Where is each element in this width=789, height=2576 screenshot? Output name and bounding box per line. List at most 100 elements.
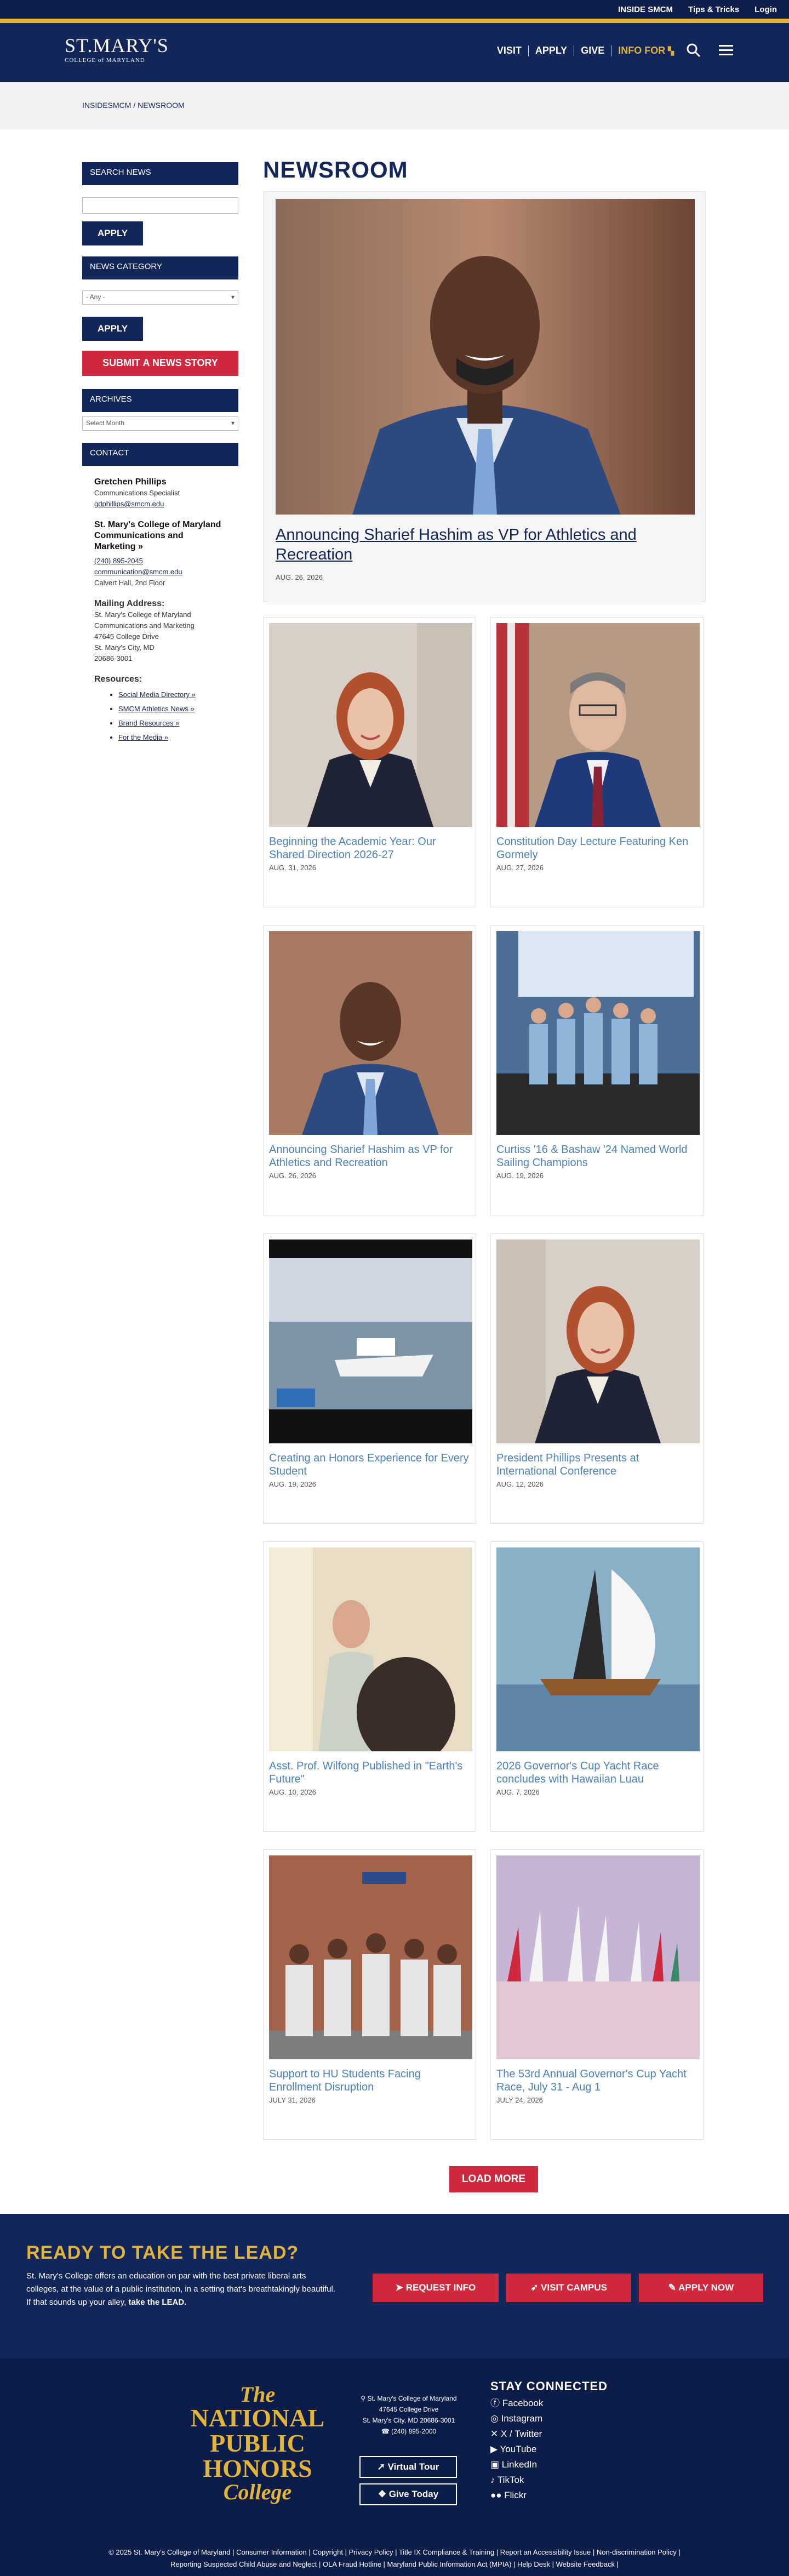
resources-list: Social Media Directory » SMCM Athletics … — [94, 689, 226, 743]
nav-visit[interactable]: VISIT — [497, 45, 522, 56]
social-youtube[interactable]: ▶ YouTube — [490, 2442, 608, 2457]
news-card[interactable]: Curtiss '16 & Bashaw '24 Named World Sai… — [490, 925, 704, 1215]
org-link[interactable]: St. Mary's College of Maryland Communica… — [94, 519, 226, 552]
nav-apply[interactable]: APPLY — [535, 45, 567, 56]
card-photo[interactable] — [269, 931, 472, 1135]
visit-campus-button[interactable]: ➶ VISIT CAMPUS — [506, 2274, 631, 2302]
social-linkedin[interactable]: ▣ LinkedIn — [490, 2457, 608, 2472]
card-title[interactable]: Beginning the Academic Year: Our Shared … — [269, 835, 472, 861]
card-title[interactable]: Creating an Honors Experience for Every … — [269, 1452, 472, 1478]
contact-title: Communications Specialist — [94, 489, 180, 497]
category-select[interactable]: - Any - — [82, 290, 238, 305]
card-date: AUG. 27, 2026 — [496, 864, 544, 872]
social-x[interactable]: ✕ X / Twitter — [490, 2426, 608, 2442]
card-title[interactable]: Asst. Prof. Wilfong Published in "Earth'… — [269, 1760, 472, 1786]
resource-link[interactable]: For the Media » — [118, 732, 226, 743]
virtual-tour-button[interactable]: ➚ Virtual Tour — [359, 2456, 457, 2478]
card-photo[interactable] — [496, 623, 700, 827]
org-email[interactable]: communication@smcm.edu — [94, 567, 226, 578]
honors-national: NATIONAL — [190, 2404, 325, 2432]
office-location: Calvert Hall, 2nd Floor — [94, 579, 165, 587]
resource-link[interactable]: Social Media Directory » — [118, 689, 226, 700]
social-instagram[interactable]: ◎ Instagram — [490, 2411, 608, 2426]
card-date: JULY 24, 2026 — [496, 2096, 543, 2104]
social-flickr[interactable]: ●● Flickr — [490, 2488, 608, 2503]
arrow-icon: ➚ — [377, 2461, 388, 2472]
phone-line[interactable]: ☎ (240) 895-2000 — [359, 2426, 458, 2437]
contact-block: Gretchen Phillips Communications Special… — [82, 477, 238, 743]
apply-now-label: APPLY NOW — [678, 2282, 734, 2293]
footer-links[interactable]: © 2025 St. Mary's College of Maryland | … — [0, 2546, 789, 2571]
contact-email[interactable]: gdphillips@smcm.edu — [94, 499, 226, 510]
card-photo[interactable] — [496, 1547, 700, 1751]
card-title[interactable]: The 53rd Annual Governor's Cup Yacht Rac… — [496, 2067, 699, 2094]
card-photo[interactable] — [269, 1855, 472, 2059]
utility-tips[interactable]: Tips & Tricks — [688, 5, 739, 14]
card-title[interactable]: Announcing Sharief Hashim as VP for Athl… — [269, 1143, 472, 1169]
give-today-button[interactable]: ❖ Give Today — [359, 2483, 457, 2505]
card-title[interactable]: Curtiss '16 & Bashaw '24 Named World Sai… — [496, 1143, 699, 1169]
search-icon[interactable] — [686, 43, 701, 61]
mail-line: St. Mary's City, MD — [94, 643, 155, 652]
news-category-heading: NEWS CATEGORY — [82, 256, 238, 279]
card-title[interactable]: Constitution Day Lecture Featuring Ken G… — [496, 835, 699, 861]
cta-body: St. Mary's College offers an education o… — [26, 2270, 339, 2309]
card-photo[interactable] — [269, 1240, 472, 1443]
nav-info-for[interactable]: INFO FOR ▚ — [618, 45, 674, 56]
nav-info-label: INFO FOR — [618, 45, 666, 56]
honors-college-logo: The NATIONAL PUBLIC HONORS College — [181, 2384, 334, 2503]
search-input[interactable] — [82, 197, 238, 214]
give-today-label: Give Today — [388, 2489, 439, 2499]
resource-link[interactable]: Brand Resources » — [118, 718, 226, 729]
submit-news-button[interactable]: SUBMIT A NEWS STORY — [82, 351, 238, 376]
archives-heading: ARCHIVES — [82, 389, 238, 412]
card-photo[interactable] — [496, 1240, 700, 1443]
featured-title[interactable]: Announcing Sharief Hashim as VP for Athl… — [276, 525, 697, 564]
honors-the: The — [239, 2382, 276, 2407]
footer-links-row[interactable]: © 2025 St. Mary's College of Maryland | … — [0, 2546, 789, 2558]
news-card[interactable]: Creating an Honors Experience for Every … — [263, 1233, 476, 1524]
news-card[interactable]: Support to HU Students Facing Enrollment… — [263, 1849, 476, 2140]
news-card[interactable]: Asst. Prof. Wilfong Published in "Earth'… — [263, 1541, 476, 1832]
resource-link[interactable]: SMCM Athletics News » — [118, 704, 226, 715]
apply-category-button[interactable]: APPLY — [82, 317, 144, 341]
card-photo[interactable] — [496, 1855, 700, 2059]
nav-icons — [686, 43, 734, 61]
utility-inside-smcm[interactable]: INSIDE SMCM — [618, 5, 673, 14]
linkedin-icon: ▣ — [490, 2459, 502, 2470]
card-title[interactable]: 2026 Governor's Cup Yacht Race concludes… — [496, 1760, 699, 1786]
request-info-button[interactable]: ➤ REQUEST INFO — [373, 2274, 499, 2302]
phone-link[interactable]: (240) 895-2045 — [94, 556, 226, 567]
card-date: JULY 31, 2026 — [269, 2096, 316, 2104]
card-photo[interactable] — [496, 931, 700, 1135]
news-card[interactable]: Beginning the Academic Year: Our Shared … — [263, 617, 476, 907]
featured-photo[interactable] — [276, 199, 695, 515]
social-tiktok[interactable]: ♪ TikTok — [490, 2472, 608, 2488]
news-card[interactable]: Constitution Day Lecture Featuring Ken G… — [490, 617, 704, 907]
apply-now-button[interactable]: ✎ APPLY NOW — [639, 2274, 763, 2302]
menu-icon[interactable] — [718, 43, 734, 61]
archives-select[interactable]: Select Month — [82, 416, 238, 431]
mail-line: 47645 College Drive — [94, 632, 159, 641]
flickr-icon: ●● — [490, 2490, 505, 2500]
main-nav: ST.MARY'S COLLEGE of MARYLAND VISIT APPL… — [0, 23, 789, 82]
news-card[interactable]: President Phillips Presents at Internati… — [490, 1233, 704, 1524]
social-facebook[interactable]: ⓕ Facebook — [490, 2396, 608, 2411]
nav-give[interactable]: GIVE — [581, 45, 604, 56]
footer-links-row[interactable]: Reporting Suspected Child Abuse and Negl… — [0, 2558, 789, 2571]
news-card[interactable]: The 53rd Annual Governor's Cup Yacht Rac… — [490, 1849, 704, 2140]
site-logo[interactable]: ST.MARY'S COLLEGE of MARYLAND — [65, 35, 169, 64]
card-title[interactable]: Support to HU Students Facing Enrollment… — [269, 2067, 472, 2094]
card-photo[interactable] — [269, 1547, 472, 1751]
card-date: AUG. 10, 2026 — [269, 1788, 316, 1796]
card-photo[interactable] — [269, 623, 472, 827]
footer-address: ⚲ St. Mary's College of Maryland 47645 C… — [359, 2393, 458, 2437]
card-title[interactable]: President Phillips Presents at Internati… — [496, 1452, 699, 1478]
news-card[interactable]: Announcing Sharief Hashim as VP for Athl… — [263, 925, 476, 1215]
featured-story[interactable]: Announcing Sharief Hashim as VP for Athl… — [263, 191, 706, 602]
utility-login[interactable]: Login — [754, 5, 777, 14]
apply-search-button[interactable]: APPLY — [82, 221, 144, 245]
breadcrumb[interactable]: INSIDESMCM / NEWSROOM — [82, 101, 185, 110]
news-card[interactable]: 2026 Governor's Cup Yacht Race concludes… — [490, 1541, 704, 1832]
load-more-button[interactable]: LOAD MORE — [449, 2166, 538, 2192]
